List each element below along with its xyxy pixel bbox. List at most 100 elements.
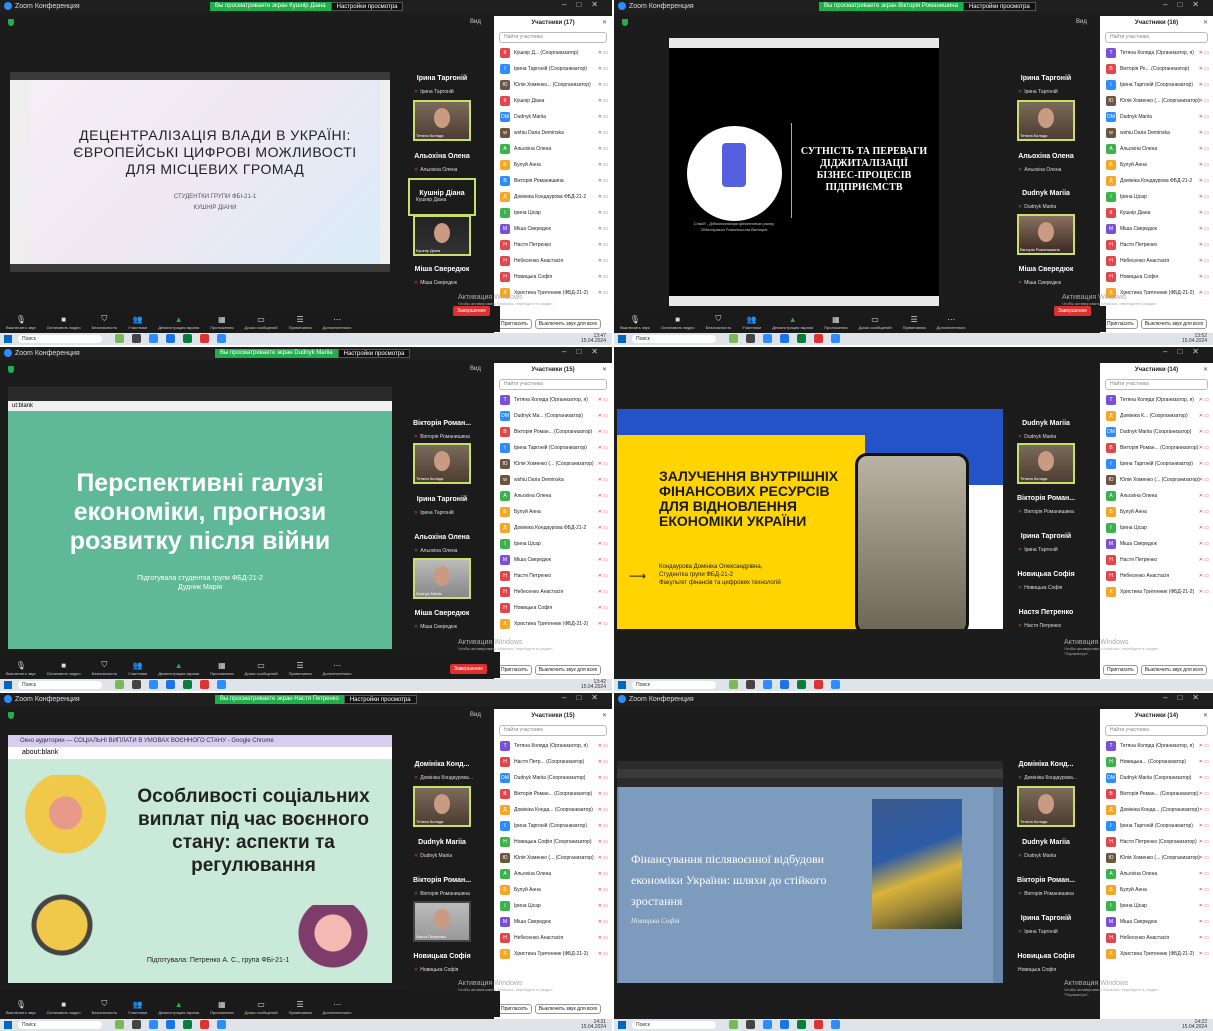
participant-row[interactable]: w wshiu Daria Deminska ✕ ▭ (494, 472, 612, 488)
participant-row[interactable]: Б Булуй Анна ✕ ▭ (494, 504, 612, 520)
video-button[interactable]: ■ Остановить видео (47, 315, 81, 332)
gallery-tile[interactable]: Вікторія Роман... ✕ Вікторія Романишина (408, 420, 476, 440)
view-options-button[interactable]: Настройки просмотра (343, 695, 417, 704)
participants-button[interactable]: 👥 Участники (742, 315, 761, 332)
mic-muted-icon[interactable]: ✕ ▭ (598, 802, 608, 818)
close-icon[interactable]: ✕ (602, 16, 607, 30)
participant-row[interactable]: DM Dudnyk Mariia (Соорганизатор) ✕ ▭ (494, 770, 612, 786)
mic-muted-icon[interactable]: ✕ ▭ (1199, 488, 1209, 504)
mic-muted-icon[interactable]: ✕ ▭ (598, 141, 608, 157)
more-button[interactable]: ⋯ Дополнительно (323, 661, 352, 678)
mic-muted-icon[interactable]: ✕ ▭ (1199, 898, 1209, 914)
mic-muted-icon[interactable]: ✕ ▭ (1199, 536, 1209, 552)
mic-muted-icon[interactable]: ✕ ▭ (598, 914, 608, 930)
video-tile[interactable]: Тетяна Коляда (413, 443, 471, 484)
mic-muted-icon[interactable]: ✕ ▭ (1199, 930, 1209, 946)
video-tile[interactable]: Тетяна Коляда (413, 786, 471, 827)
participant-row[interactable]: Т Тетяна Коляда (Организатор, я) ✕ ▭ (1100, 738, 1213, 754)
mic-muted-icon[interactable]: ✕ ▭ (1199, 440, 1209, 456)
mic-muted-icon[interactable]: ✕ ▭ (598, 536, 608, 552)
participant-row[interactable]: А Альохіна Олена ✕ ▭ (494, 141, 612, 157)
participant-row[interactable]: І Ірина Таргоній (Соорганизатор) ✕ ▭ (1100, 818, 1213, 834)
mic-muted-icon[interactable]: ✕ ▭ (598, 520, 608, 536)
participant-row[interactable]: Н Небесенко Анастасія ✕ ▭ (494, 253, 612, 269)
start-icon[interactable] (4, 335, 12, 343)
gallery-tile[interactable]: Альохіна Олена ✕ Альохіна Олена (408, 534, 476, 554)
mic-muted-icon[interactable]: ✕ ▭ (1199, 770, 1209, 786)
participant-row[interactable]: Н Небесенко Анастасія ✕ ▭ (1100, 930, 1213, 946)
participant-row[interactable]: Д Домініка Конда... (Соорганизатор) ✕ ▭ (494, 802, 612, 818)
mic-muted-icon[interactable]: ✕ ▭ (1199, 45, 1209, 61)
invite-button[interactable]: Пригласить (497, 319, 532, 329)
mic-muted-icon[interactable]: ✕ ▭ (598, 738, 608, 754)
participant-row[interactable]: Б Булуй Анна ✕ ▭ (494, 157, 612, 173)
participant-row[interactable]: Н Настя Петренко ✕ ▭ (1100, 237, 1213, 253)
participant-row[interactable]: Ю Юлія Хоменко (... (Соорганизатор) ✕ ▭ (1100, 850, 1213, 866)
view-button[interactable]: Вид (470, 712, 481, 718)
mic-muted-icon[interactable]: ✕ ▭ (1199, 472, 1209, 488)
video-button[interactable]: ■ Остановить видео (661, 315, 695, 332)
participant-row[interactable]: І Ірина Таргоній (Соорганизатор) ✕ ▭ (1100, 456, 1213, 472)
gallery-tile[interactable]: Вікторія Роман... ✕ Вікторія Романишина (408, 877, 476, 897)
start-icon[interactable] (618, 335, 626, 343)
share-screen-button[interactable]: ▲ Демонстрация экрана (158, 1000, 199, 1017)
end-button[interactable]: Завершение (453, 306, 491, 316)
mic-muted-icon[interactable]: ✕ ▭ (1199, 520, 1209, 536)
apps-button[interactable]: ▦ Приложения (210, 661, 233, 678)
gallery-tile[interactable]: Dudnyk Mariia ✕ Dudnyk Mariia (1012, 190, 1080, 210)
more-button[interactable]: ⋯ Дополнительно (323, 315, 352, 332)
gallery-tile[interactable]: Міша Свередюк ✕ Міша Свередюк (408, 610, 476, 630)
mute-all-button[interactable]: Выключить звук для всех (534, 319, 602, 329)
participant-row[interactable]: Т Тетяна Коляда (Организатор, я) ✕ ▭ (1100, 45, 1213, 61)
share-screen-button[interactable]: ▲ Демонстрация экрана (158, 315, 199, 332)
mute-button[interactable]: 🎙 Выключить звук (6, 315, 36, 332)
search-input[interactable]: Найти участника (1105, 725, 1208, 736)
mic-muted-icon[interactable]: ✕ ▭ (1199, 157, 1209, 173)
gallery-tile[interactable]: Ірина Таргоній ✕ Ірина Таргоній (1012, 75, 1080, 95)
participant-row[interactable]: А Альохіна Олена ✕ ▭ (1100, 141, 1213, 157)
mic-muted-icon[interactable]: ✕ ▭ (598, 850, 608, 866)
participant-row[interactable]: Ю Юлія Хоменко (... (Соорганизатор) ✕ ▭ (494, 456, 612, 472)
video-tile[interactable]: Тетяна Коляда (1017, 100, 1075, 141)
participant-row[interactable]: Ю Юлія Хоменко (... (Соорганизатор) ✕ ▭ (1100, 93, 1213, 109)
search-input[interactable]: Найти участника (499, 379, 607, 390)
gallery-tile[interactable]: Міша Свередюк ✕ Міша Свередюк (408, 266, 476, 286)
mic-muted-icon[interactable]: ✕ ▭ (598, 173, 608, 189)
gallery-tile[interactable]: Настя Петренко ✕ Настя Петренко (1012, 609, 1080, 629)
participant-row[interactable]: Н Новицька Софія ✕ ▭ (1100, 269, 1213, 285)
mic-muted-icon[interactable]: ✕ ▭ (598, 253, 608, 269)
mic-muted-icon[interactable]: ✕ ▭ (598, 109, 608, 125)
mic-muted-icon[interactable]: ✕ ▭ (1199, 456, 1209, 472)
participant-row[interactable]: Н Небесенко Анастасія ✕ ▭ (494, 584, 612, 600)
video-tile[interactable]: Тетяна Коляда (413, 100, 471, 141)
mic-muted-icon[interactable]: ✕ ▭ (598, 93, 608, 109)
gallery-tile[interactable]: Вікторія Роман... ✕ Вікторія Романишина (1012, 877, 1080, 897)
mic-muted-icon[interactable]: ✕ ▭ (598, 786, 608, 802)
mic-muted-icon[interactable]: ✕ ▭ (598, 568, 608, 584)
participant-row[interactable]: Н Настя Петренко ✕ ▭ (494, 237, 612, 253)
mic-muted-icon[interactable]: ✕ ▭ (598, 834, 608, 850)
participant-row[interactable]: Н Настя Петренко (Соорганизатор) ✕ ▭ (1100, 834, 1213, 850)
mic-muted-icon[interactable]: ✕ ▭ (1199, 504, 1209, 520)
whiteboards-button[interactable]: ▭ Доски сообщений (245, 315, 278, 332)
participant-row[interactable]: Б Булуй Анна ✕ ▭ (1100, 504, 1213, 520)
gallery-tile[interactable]: Новицька Софія ✕ Новицька Софія (408, 953, 476, 973)
mic-muted-icon[interactable]: ✕ ▭ (1199, 914, 1209, 930)
more-button[interactable]: ⋯ Дополнительно (937, 315, 966, 332)
participant-row[interactable]: Н Небесенко Анастасія ✕ ▭ (494, 930, 612, 946)
close-icon[interactable]: ✕ (1203, 709, 1208, 723)
participant-row[interactable]: Т Тетяна Коляда (Организатор, я) ✕ ▭ (494, 738, 612, 754)
apps-button[interactable]: ▦ Приложения (824, 315, 847, 332)
participant-row[interactable]: Б Булуй Анна ✕ ▭ (1100, 882, 1213, 898)
close-icon[interactable]: ✕ (602, 709, 607, 723)
mic-muted-icon[interactable]: ✕ ▭ (598, 205, 608, 221)
taskbar-search[interactable]: Поиск (632, 335, 716, 343)
participant-row[interactable]: А Альохіна Олена ✕ ▭ (1100, 866, 1213, 882)
security-button[interactable]: ⛉ Безопасность (92, 314, 118, 332)
gallery-tile[interactable]: Альохіна Олена ✕ Альохіна Олена (408, 153, 476, 173)
video-button[interactable]: ■ Остановить видео (47, 661, 81, 678)
participant-row[interactable]: К Кушнір Д... (Соорганизатор) ✕ ▭ (494, 45, 612, 61)
taskbar-search[interactable]: Поиск (18, 681, 102, 689)
mic-muted-icon[interactable]: ✕ ▭ (598, 770, 608, 786)
participant-row[interactable]: Д Домініка Конда... (Соорганизатор) ✕ ▭ (1100, 802, 1213, 818)
